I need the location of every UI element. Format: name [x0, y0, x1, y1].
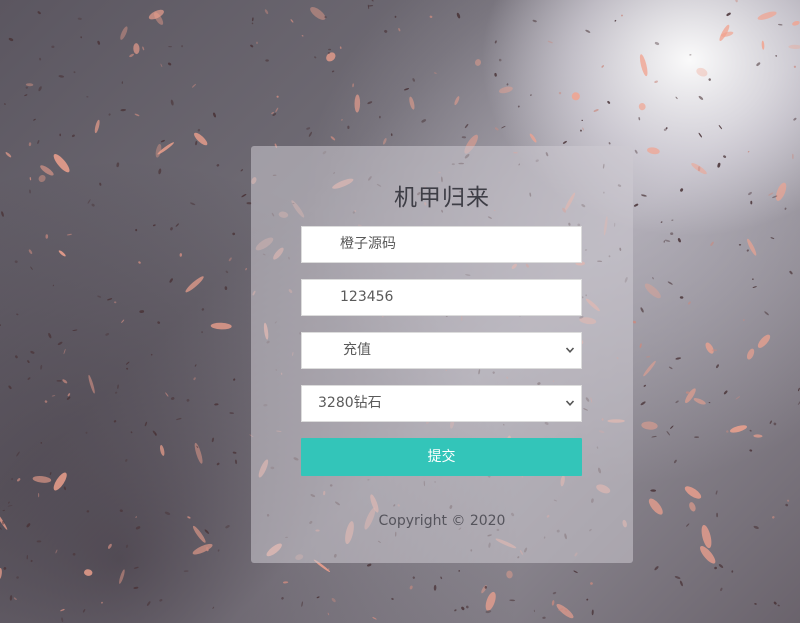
account-input[interactable]: 橙子源码	[301, 226, 582, 263]
copyright-text: Copyright © 2020	[378, 513, 506, 529]
amount-select[interactable]: 3280钻石	[301, 385, 582, 422]
type-select-value: 充值	[343, 342, 371, 358]
chevron-down-icon	[565, 400, 575, 406]
password-input-value: 123456	[340, 289, 394, 305]
login-panel: 机甲归来 橙子源码 123456 充值 3280钻石 提交 Copyright …	[251, 146, 633, 563]
page-title: 机甲归来	[394, 185, 490, 211]
account-input-value: 橙子源码	[340, 236, 396, 252]
type-select[interactable]: 充值	[301, 332, 582, 369]
password-input[interactable]: 123456	[301, 279, 582, 316]
amount-select-value: 3280钻石	[318, 395, 382, 411]
submit-button[interactable]: 提交	[301, 438, 582, 476]
chevron-down-icon	[565, 347, 575, 353]
